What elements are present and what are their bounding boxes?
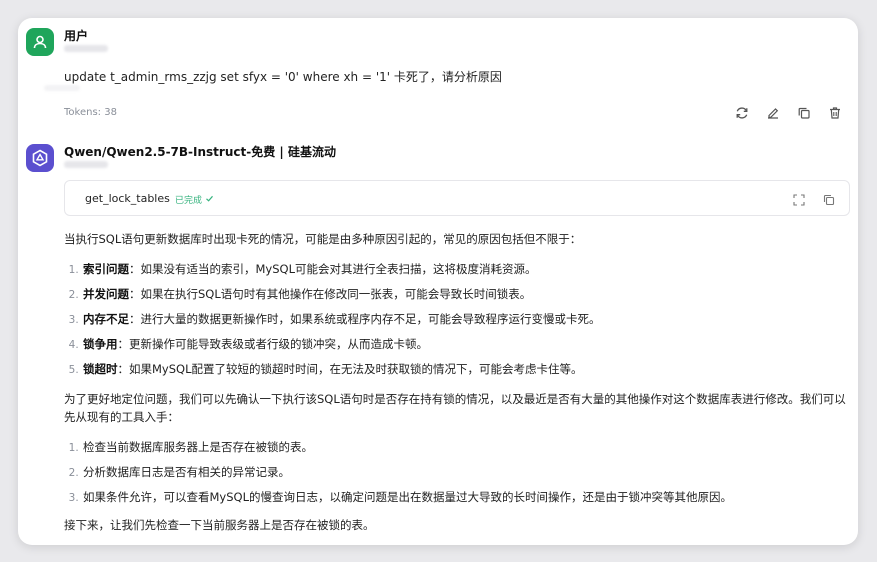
chat-panel: 用户 update t_admin_rms_zzjg set sfyx = '0… [18, 18, 858, 545]
regenerate-icon[interactable] [733, 104, 751, 122]
tool-call-card[interactable]: get_lock_tables 已完成 [64, 180, 850, 216]
copy-tool-icon[interactable] [823, 191, 835, 210]
assistant-timestamp-blurred [64, 161, 108, 168]
cause-title: 锁争用 [83, 337, 118, 351]
list-item: 内存不足：进行大量的数据更新操作时，如果系统或程序内存不足，可能会导致程序运行变… [82, 310, 850, 328]
list-item: 并发问题：如果在执行SQL语句时有其他操作在修改同一张表，可能会导致长时间锁表。 [82, 285, 850, 303]
assistant-response: 当执行SQL语句更新数据库时出现卡死的情况，可能是由多种原因引起的，常见的原因包… [64, 230, 850, 534]
tool-status-label: 已完成 [175, 196, 203, 206]
tool-status: 已完成 [175, 193, 214, 206]
list-item: 锁争用：更新操作可能导致表级或者行级的锁冲突，从而造成卡顿。 [82, 335, 850, 353]
list-item: 索引问题：如果没有适当的索引，MySQL可能会对其进行全表扫描，这将极度消耗资源… [82, 260, 850, 278]
list-item: 如果条件允许，可以查看MySQL的慢查询日志，以确定问题是出在数据量过大导致的长… [82, 488, 850, 506]
response-intro: 当执行SQL语句更新数据库时出现卡死的情况，可能是由多种原因引起的，常见的原因包… [64, 232, 582, 246]
qwen-logo-icon [26, 144, 54, 172]
list-item: 分析数据库日志是否有相关的异常记录。 [82, 463, 850, 481]
cause-text: ：更新操作可能导致表级或者行级的锁冲突，从而造成卡顿。 [117, 337, 429, 351]
delete-icon[interactable] [826, 104, 844, 122]
cause-text: ：如果MySQL配置了较短的锁超时时间，在无法及时获取锁的情况下，可能会考虑卡住… [117, 362, 583, 376]
list-item: 检查当前数据库服务器上是否存在被锁的表。 [82, 438, 850, 456]
user-message: update t_admin_rms_zzjg set sfyx = '0' w… [64, 70, 502, 84]
list-item: 锁超时：如果MySQL配置了较短的锁超时时间，在无法及时获取锁的情况下，可能会考… [82, 360, 850, 378]
assistant-model-name: Qwen/Qwen2.5-7B-Instruct-免费 | 硅基流动 [64, 145, 336, 159]
cause-text: ：如果在执行SQL语句时有其他操作在修改同一张表，可能会导致长时间锁表。 [129, 287, 532, 301]
user-avatar-icon [26, 28, 54, 56]
blurred-artifact [44, 85, 80, 91]
token-count: Tokens: 38 [64, 107, 117, 118]
response-closing: 接下来，让我们先检查一下当前服务器上是否存在被锁的表。 [64, 518, 375, 532]
expand-icon[interactable] [793, 191, 805, 210]
message-actions [733, 104, 844, 122]
cause-title: 锁超时 [83, 362, 118, 376]
edit-icon[interactable] [764, 104, 782, 122]
cause-title: 索引问题 [83, 262, 129, 276]
check-icon [205, 194, 214, 206]
cause-title: 内存不足 [83, 312, 129, 326]
cause-text: ：如果没有适当的索引，MySQL可能会对其进行全表扫描，这将极度消耗资源。 [129, 262, 537, 276]
causes-list: 索引问题：如果没有适当的索引，MySQL可能会对其进行全表扫描，这将极度消耗资源… [64, 260, 850, 378]
response-paragraph: 为了更好地定位问题，我们可以先确认一下执行该SQL语句时是否存在持有锁的情况，以… [64, 392, 846, 424]
user-name: 用户 [64, 29, 89, 43]
tool-name: get_lock_tables [85, 192, 170, 205]
copy-icon[interactable] [795, 104, 813, 122]
tool-actions [793, 191, 835, 210]
steps-list: 检查当前数据库服务器上是否存在被锁的表。 分析数据库日志是否有相关的异常记录。 … [64, 438, 850, 506]
cause-text: ：进行大量的数据更新操作时，如果系统或程序内存不足，可能会导致程序运行变慢或卡死… [129, 312, 601, 326]
user-timestamp-blurred [64, 45, 108, 52]
cause-title: 并发问题 [83, 287, 129, 301]
